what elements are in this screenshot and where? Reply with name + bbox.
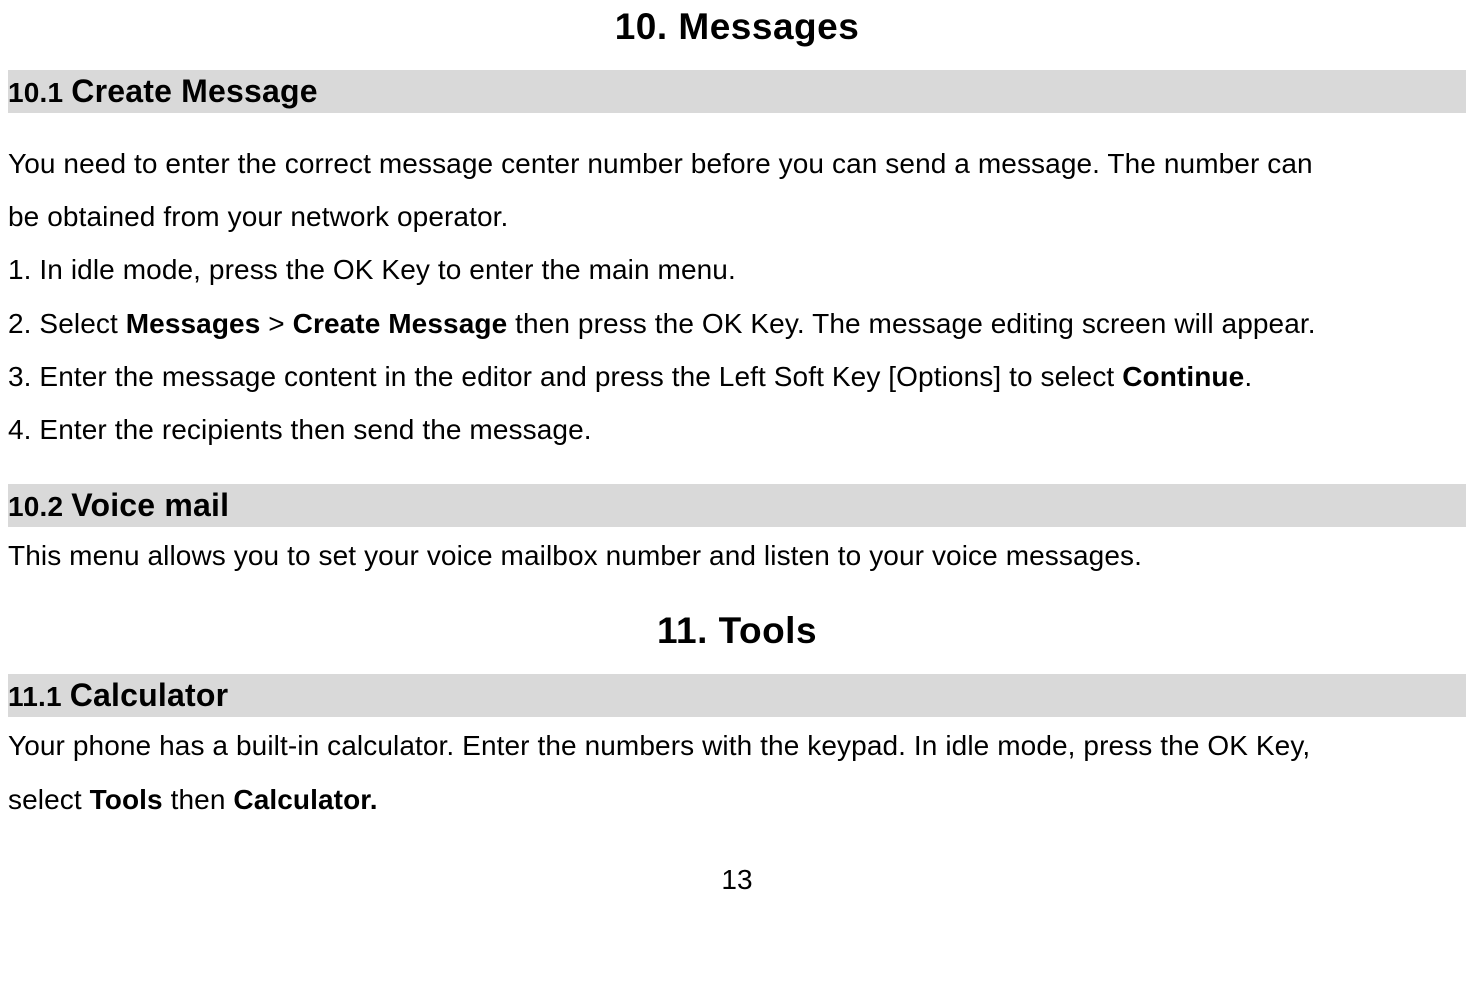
calculator-body-2: select Tools then Calculator. (8, 773, 1466, 826)
step-2-text-a: 2. Select (8, 308, 126, 339)
step-2-text-c: > (260, 308, 292, 339)
step-2-text-e: then press the OK Key. The message editi… (507, 308, 1315, 339)
intro-line-2: be obtained from your network operator. (8, 190, 1466, 243)
chapter-10-title: 10. Messages (8, 6, 1466, 48)
step-1: 1. In idle mode, press the OK Key to ent… (8, 243, 1466, 296)
section-11-1-heading: 11.1 Calculator (8, 674, 1466, 717)
section-title: Voice mail (71, 487, 229, 523)
step-4: 4. Enter the recipients then send the me… (8, 403, 1466, 456)
step-2-bold-messages: Messages (126, 308, 261, 339)
chapter-11-title: 11. Tools (8, 610, 1466, 652)
section-title: Calculator (70, 677, 228, 713)
section-10-2-heading: 10.2 Voice mail (8, 484, 1466, 527)
document-page: 10. Messages 10.1 Create Message You nee… (0, 6, 1474, 896)
voice-mail-body: This menu allows you to set your voice m… (8, 529, 1466, 582)
step-3-text-a: 3. Enter the message content in the edit… (8, 361, 1122, 392)
step-3-bold-continue: Continue (1122, 361, 1244, 392)
step-2-bold-create: Create Message (293, 308, 508, 339)
section-10-1-body: You need to enter the correct message ce… (8, 137, 1466, 456)
calculator-body-1: Your phone has a built-in calculator. En… (8, 719, 1466, 772)
step-3-text-c: . (1244, 361, 1252, 392)
page-number: 13 (8, 864, 1466, 896)
section-number: 11.1 (8, 681, 70, 712)
calc-text-c: then (163, 784, 234, 815)
calc-text-a: select (8, 784, 90, 815)
section-11-1-body: Your phone has a built-in calculator. En… (8, 719, 1466, 825)
section-title: Create Message (71, 73, 318, 109)
section-number: 10.2 (8, 491, 71, 522)
step-2: 2. Select Messages > Create Message then… (8, 297, 1466, 350)
step-3: 3. Enter the message content in the edit… (8, 350, 1466, 403)
intro-line-1: You need to enter the correct message ce… (8, 137, 1466, 190)
section-number: 10.1 (8, 77, 71, 108)
section-10-1-heading: 10.1 Create Message (8, 70, 1466, 113)
section-10-2-body: This menu allows you to set your voice m… (8, 529, 1466, 582)
calc-bold-tools: Tools (90, 784, 163, 815)
calc-bold-calculator: Calculator. (233, 784, 377, 815)
